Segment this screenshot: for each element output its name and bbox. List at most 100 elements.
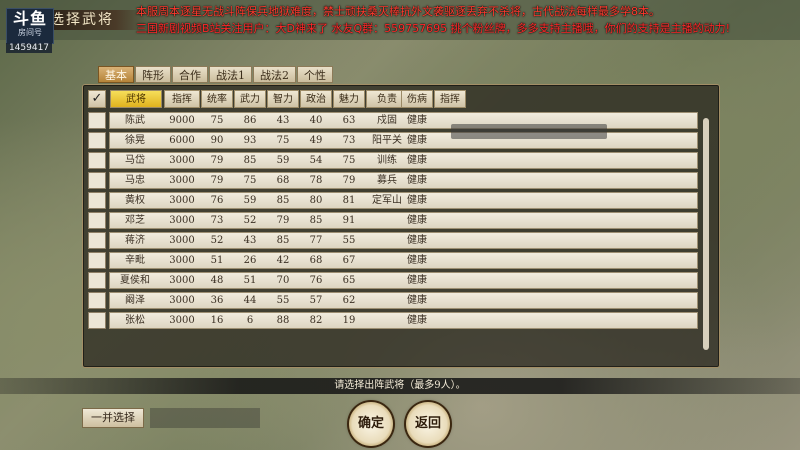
tab-formation[interactable]: 阵形 bbox=[135, 66, 171, 83]
cell-leadership: 36 bbox=[210, 295, 224, 306]
cell-injury: 健康 bbox=[407, 155, 427, 166]
col-politics-header[interactable]: 政治 bbox=[300, 90, 332, 108]
table-row[interactable]: 邓芝 3000 73 52 79 85 91 健康 bbox=[88, 212, 698, 229]
logo-main-text: 斗鱼 bbox=[12, 9, 47, 28]
cell-troops: 3000 bbox=[169, 275, 195, 286]
row-checkbox[interactable] bbox=[88, 152, 106, 169]
table-row[interactable]: 马忠 3000 79 75 68 78 79 募兵 健康 bbox=[88, 172, 698, 189]
cell-injury: 健康 bbox=[407, 175, 427, 186]
cell-charisma: 91 bbox=[342, 215, 356, 226]
table-row[interactable]: 马岱 3000 79 85 59 54 75 训练 健康 bbox=[88, 152, 698, 169]
cell-war: 93 bbox=[243, 135, 257, 146]
cell-politics: 54 bbox=[309, 155, 323, 166]
row-checkbox[interactable] bbox=[88, 132, 106, 149]
cell-intelligence: 68 bbox=[276, 175, 290, 186]
cell-troops: 3000 bbox=[169, 235, 195, 246]
cell-injury: 健康 bbox=[407, 275, 427, 286]
cell-war: 44 bbox=[243, 295, 257, 306]
row-checkbox[interactable] bbox=[88, 272, 106, 289]
scrollbar-thumb[interactable] bbox=[703, 118, 709, 350]
cell-troops: 3000 bbox=[169, 255, 195, 266]
info-tabs: 基本 阵形 合作 战法1 战法2 个性 bbox=[98, 66, 334, 83]
cell-troops: 3000 bbox=[169, 155, 195, 166]
cell-leadership: 90 bbox=[210, 135, 224, 146]
table-row[interactable]: 辛毗 3000 51 26 42 68 67 健康 bbox=[88, 252, 698, 269]
logo-sub-text: 房间号 bbox=[18, 28, 42, 37]
table-row[interactable]: 夏侯和 3000 48 51 70 76 65 健康 bbox=[88, 272, 698, 289]
cell-charisma: 19 bbox=[342, 315, 356, 326]
cell-politics: 85 bbox=[309, 215, 323, 226]
row-checkbox[interactable] bbox=[88, 112, 106, 129]
cell-leadership: 76 bbox=[210, 195, 224, 206]
confirm-button[interactable]: 确定 bbox=[349, 402, 393, 446]
cell-leadership: 16 bbox=[210, 315, 224, 326]
cell-charisma: 81 bbox=[342, 195, 356, 206]
cell-officer-name: 辛毗 bbox=[125, 255, 145, 266]
cell-charisma: 75 bbox=[342, 155, 356, 166]
cell-war: 85 bbox=[243, 155, 257, 166]
table-row[interactable]: 张松 3000 16 6 88 82 19 健康 bbox=[88, 312, 698, 329]
tab-cooperation[interactable]: 合作 bbox=[172, 66, 208, 83]
cell-injury: 健康 bbox=[407, 235, 427, 246]
row-checkbox[interactable] bbox=[88, 252, 106, 269]
cell-war: 51 bbox=[243, 275, 257, 286]
cell-injury: 健康 bbox=[407, 295, 427, 306]
row-checkbox[interactable] bbox=[88, 192, 106, 209]
col-charisma-header[interactable]: 魅力 bbox=[333, 90, 365, 108]
cell-intelligence: 70 bbox=[276, 275, 290, 286]
table-row[interactable]: 阚泽 3000 36 44 55 57 62 健康 bbox=[88, 292, 698, 309]
table-row[interactable]: 黄权 3000 76 59 85 80 81 定军山 健康 bbox=[88, 192, 698, 209]
cell-injury: 健康 bbox=[407, 115, 427, 126]
cell-war: 75 bbox=[243, 175, 257, 186]
row-checkbox[interactable] bbox=[88, 292, 106, 309]
col-injury-header[interactable]: 伤病 bbox=[401, 90, 433, 108]
cell-intelligence: 88 bbox=[276, 315, 290, 326]
cell-intelligence: 59 bbox=[276, 155, 290, 166]
cell-intelligence: 75 bbox=[276, 135, 290, 146]
cell-injury: 健康 bbox=[407, 195, 427, 206]
cell-intelligence: 85 bbox=[276, 195, 290, 206]
col-intelligence-header[interactable]: 智力 bbox=[267, 90, 299, 108]
col-war-header[interactable]: 武力 bbox=[234, 90, 266, 108]
row-checkbox[interactable] bbox=[88, 212, 106, 229]
col-command-header[interactable]: 指挥 bbox=[434, 90, 466, 108]
row-checkbox[interactable] bbox=[88, 172, 106, 189]
cell-troops: 3000 bbox=[169, 195, 195, 206]
cell-charisma: 65 bbox=[342, 275, 356, 286]
cell-injury: 健康 bbox=[407, 215, 427, 226]
cell-charisma: 63 bbox=[342, 115, 356, 126]
cell-intelligence: 85 bbox=[276, 235, 290, 246]
cell-war: 6 bbox=[246, 315, 254, 326]
cell-injury: 健康 bbox=[407, 315, 427, 326]
table-row[interactable]: 蒋济 3000 52 43 85 77 55 健康 bbox=[88, 232, 698, 249]
cell-war: 86 bbox=[243, 115, 257, 126]
stream-marquee-line1: 本服周本逐星无战斗阵保兵地狱难度，禁士顽扶桑灭棒抗外文袭驱逐丢弃不杀将，古代战法… bbox=[136, 5, 660, 18]
cell-charisma: 79 bbox=[342, 175, 356, 186]
row-checkbox[interactable] bbox=[88, 232, 106, 249]
tab-tactics2[interactable]: 战法2 bbox=[253, 66, 296, 83]
cell-politics: 49 bbox=[309, 135, 323, 146]
cell-intelligence: 42 bbox=[276, 255, 290, 266]
cell-troops: 3000 bbox=[169, 175, 195, 186]
col-leadership-header[interactable]: 统率 bbox=[201, 90, 233, 108]
cell-officer-name: 马岱 bbox=[125, 155, 145, 166]
back-button[interactable]: 返回 bbox=[406, 402, 450, 446]
cell-officer-name: 张松 bbox=[125, 315, 145, 326]
tab-tactics1[interactable]: 战法1 bbox=[209, 66, 252, 83]
row-checkbox[interactable] bbox=[88, 312, 106, 329]
select-all-button[interactable]: 一并选择 bbox=[82, 408, 144, 428]
cell-troops: 9000 bbox=[169, 115, 195, 126]
cell-politics: 40 bbox=[309, 115, 323, 126]
cell-leadership: 52 bbox=[210, 235, 224, 246]
col-troops-header[interactable]: 指挥 bbox=[164, 90, 200, 108]
tab-personality[interactable]: 个性 bbox=[297, 66, 333, 83]
cell-leadership: 79 bbox=[210, 155, 224, 166]
stream-marquee-line2: 三国新剧视频B站关注用户：大D神来了 水友Q群：559757695 挑个粉丝牌，… bbox=[136, 22, 731, 35]
cell-officer-name: 黄权 bbox=[125, 195, 145, 206]
cell-politics: 68 bbox=[309, 255, 323, 266]
table-scrollbar[interactable] bbox=[703, 118, 709, 350]
tab-basic[interactable]: 基本 bbox=[98, 66, 134, 83]
select-all-check-icon[interactable]: ✓ bbox=[88, 90, 106, 108]
col-officer-header[interactable]: 武将 bbox=[110, 90, 162, 108]
bottom-bar-background bbox=[150, 408, 260, 428]
